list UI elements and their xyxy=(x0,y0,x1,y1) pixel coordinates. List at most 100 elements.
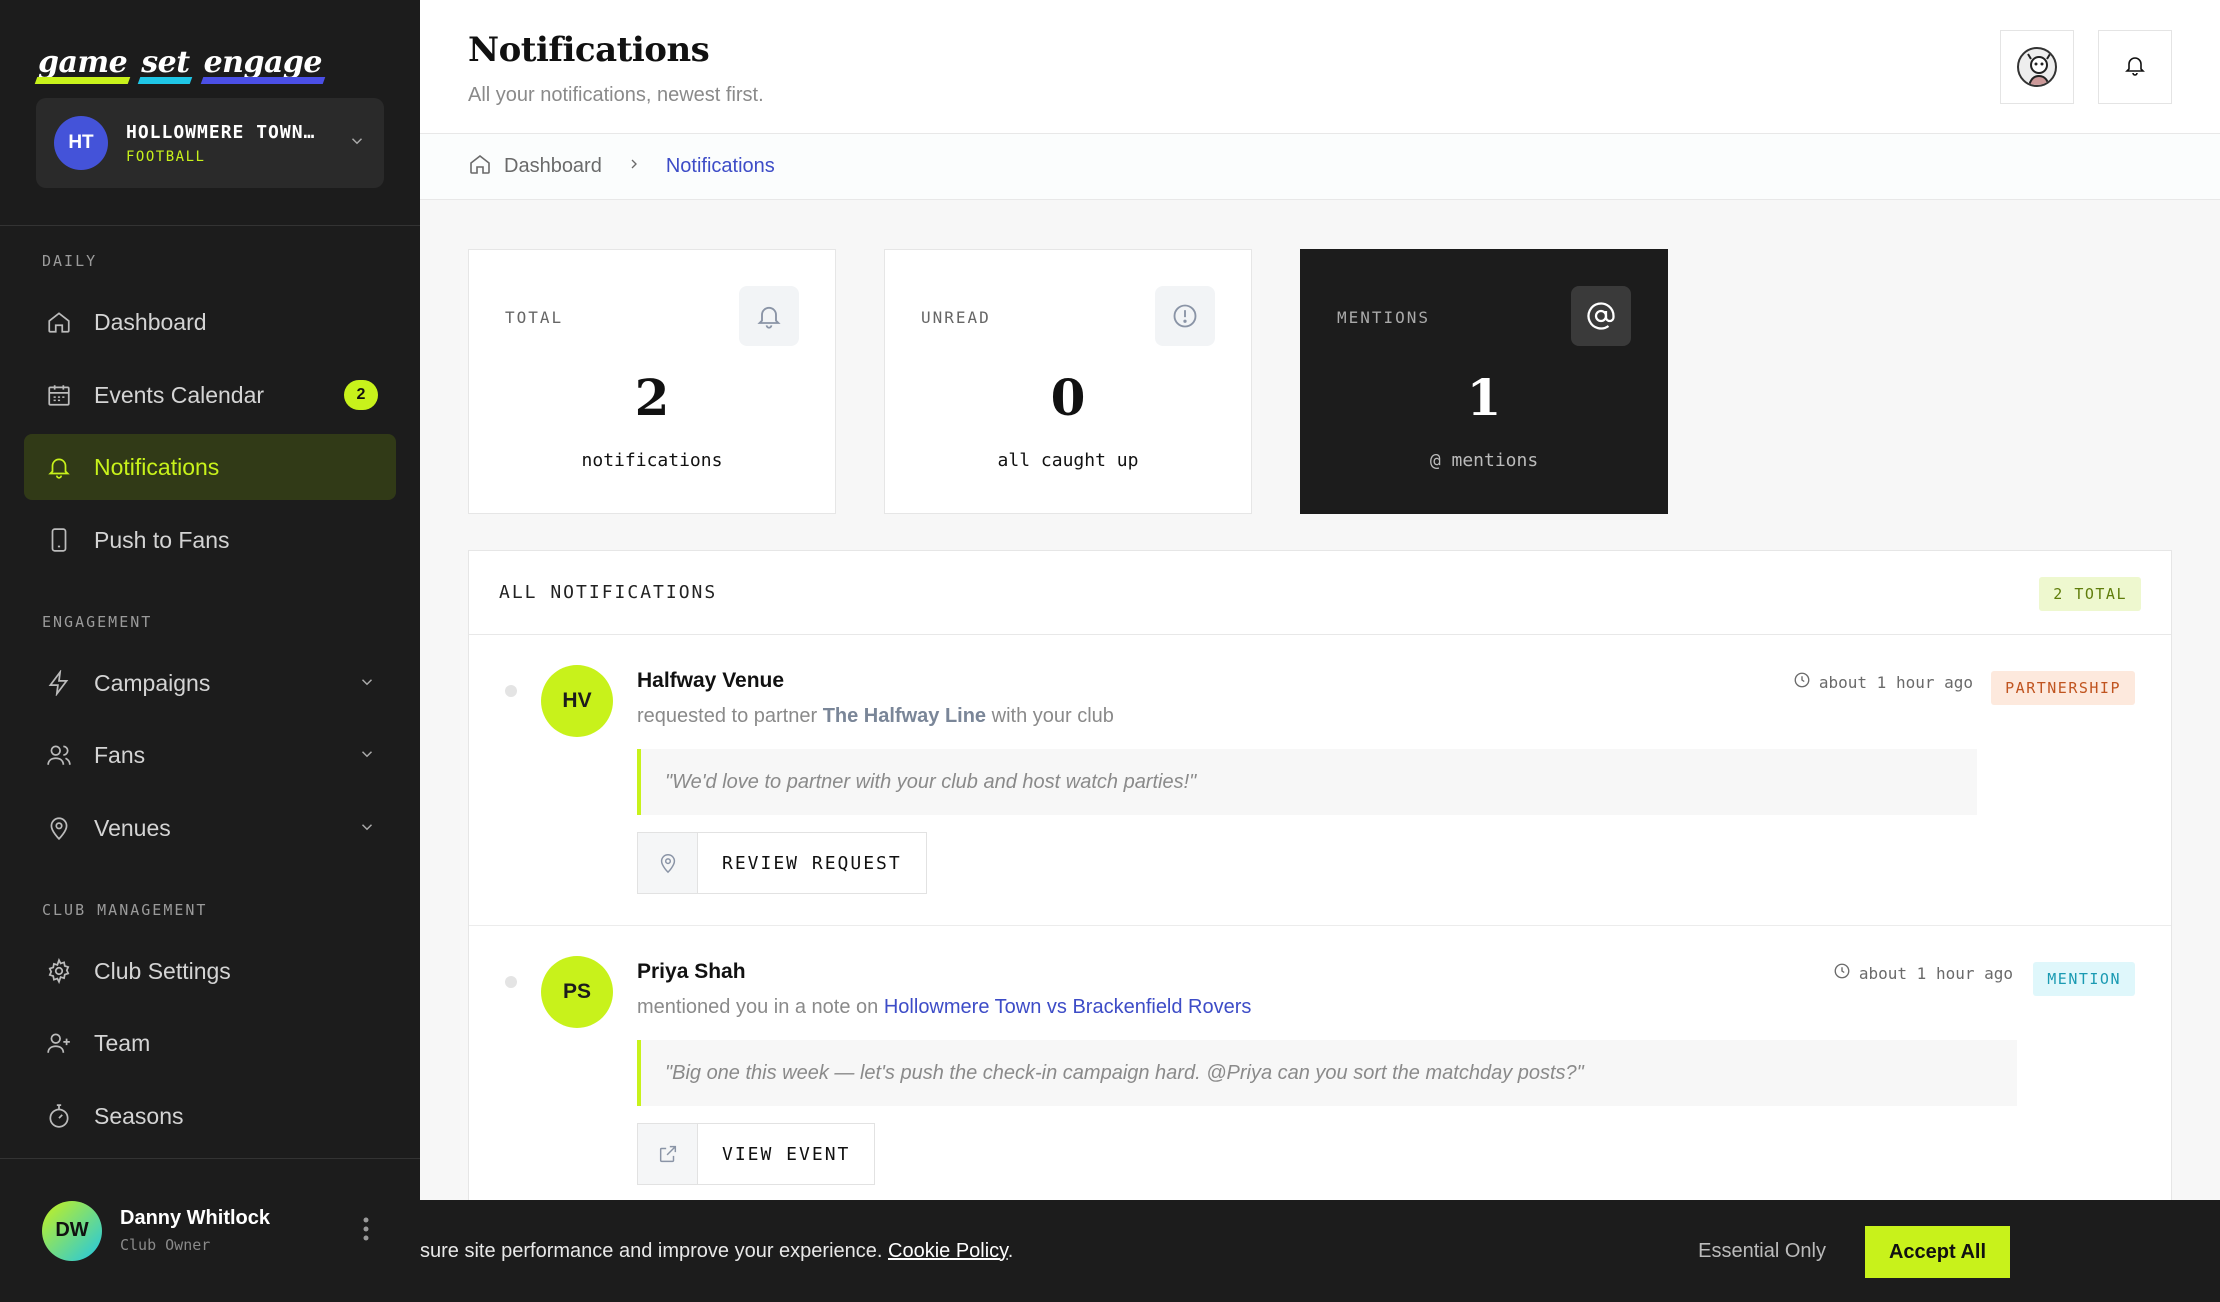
sidebar-item-venues[interactable]: Venues xyxy=(24,795,396,861)
avatar: HV xyxy=(541,665,613,737)
more-vertical-icon[interactable] xyxy=(362,1216,370,1246)
chevron-down-icon xyxy=(358,670,376,697)
time-text: about 1 hour ago xyxy=(1858,963,2013,983)
notification-item[interactable]: HV Halfway Venue requested to partner Th… xyxy=(469,635,2171,926)
sidebar-item-push-to-fans[interactable]: Push to Fans xyxy=(24,507,396,573)
notifications-panel: ALL NOTIFICATIONS 2 TOTAL HV Halfway Ven… xyxy=(468,550,2172,1302)
logo-word-engage: engage xyxy=(202,45,324,84)
users-icon xyxy=(44,740,74,770)
cookie-message: sure site performance and improve your e… xyxy=(420,1240,1013,1263)
sidebar-item-fans[interactable]: Fans xyxy=(24,722,396,788)
stat-value: 1 xyxy=(1466,368,1502,427)
logo-word-game: game xyxy=(36,45,129,84)
clock-icon xyxy=(1793,671,1811,693)
category-tag: MENTION xyxy=(2033,962,2135,996)
action-label: VIEW EVENT xyxy=(722,1143,851,1165)
header-notifications-button[interactable] xyxy=(2098,30,2172,104)
notification-quote: "Big one this week — let's push the chec… xyxy=(637,1040,2017,1106)
message-text: mentioned you in a note on xyxy=(637,996,879,1018)
sidebar-item-events-calendar[interactable]: Events Calendar 2 xyxy=(24,362,396,428)
cookie-policy-link[interactable]: Cookie Policy xyxy=(888,1240,1008,1262)
clock-icon xyxy=(1833,962,1851,984)
lightning-icon xyxy=(44,668,74,698)
sidebar-item-label: Notifications xyxy=(94,453,220,480)
stat-value: 0 xyxy=(1050,368,1086,427)
sidebar: game set engage HT HOLLOWMERE TOWN… FOOT… xyxy=(0,0,420,1302)
notification-message: requested to partner The Halfway Line wi… xyxy=(637,705,1114,728)
notification-sender: Priya Shah xyxy=(637,960,746,983)
stat-caption: notifications xyxy=(581,450,723,471)
chevron-right-icon xyxy=(626,155,642,178)
section-label-daily: DAILY xyxy=(42,252,98,270)
cookie-consent-bar: sure site performance and improve your e… xyxy=(420,1200,2220,1302)
stat-caption: @ mentions xyxy=(1429,450,1539,471)
bell-icon xyxy=(739,286,799,346)
chevron-down-icon xyxy=(358,742,376,769)
user-profile[interactable]: DW Danny Whitlock Club Owner xyxy=(0,1158,420,1302)
sidebar-item-seasons[interactable]: Seasons xyxy=(24,1083,396,1149)
sidebar-item-label: Club Settings xyxy=(94,957,231,984)
sidebar-item-label: Campaigns xyxy=(94,669,211,696)
page-subtitle: All your notifications, newest first. xyxy=(468,84,764,106)
main-content: Notifications All your notifications, ne… xyxy=(420,0,2220,1302)
sidebar-divider xyxy=(0,225,420,226)
bell-icon xyxy=(2123,53,2147,82)
phone-icon xyxy=(44,525,74,555)
sidebar-item-team[interactable]: Team xyxy=(24,1010,396,1076)
stat-card-unread: UNREAD 0 all caught up xyxy=(884,249,1252,514)
stat-label: TOTAL xyxy=(505,308,564,327)
notification-message: mentioned you in a note on Hollowmere To… xyxy=(637,996,1251,1019)
time-text: about 1 hour ago xyxy=(1818,672,1973,692)
sidebar-item-label: Events Calendar xyxy=(94,381,265,408)
club-avatar: HT xyxy=(54,116,108,170)
map-pin-icon xyxy=(638,833,698,893)
section-label-club-management: CLUB MANAGEMENT xyxy=(42,901,208,919)
timer-icon xyxy=(44,1101,74,1131)
header-avatar-button[interactable] xyxy=(2000,30,2074,104)
section-label-engagement: ENGAGEMENT xyxy=(42,613,153,631)
sidebar-item-campaigns[interactable]: Campaigns xyxy=(24,650,396,716)
sidebar-item-label: Push to Fans xyxy=(94,526,230,553)
cookie-period: . xyxy=(1007,1239,1014,1262)
sidebar-item-label: Dashboard xyxy=(94,308,207,335)
stat-caption: all caught up xyxy=(997,450,1139,471)
notification-time: about 1 hour ago xyxy=(1793,671,1973,693)
page-title: Notifications xyxy=(468,30,710,70)
home-icon xyxy=(44,307,74,337)
chevron-down-icon xyxy=(358,815,376,842)
essential-only-button[interactable]: Essential Only xyxy=(1698,1240,1826,1263)
stat-label: UNREAD xyxy=(921,308,991,327)
gear-icon xyxy=(44,956,74,986)
sidebar-item-notifications[interactable]: Notifications xyxy=(24,434,396,500)
event-link[interactable]: Hollowmere Town vs Brackenfield Rovers xyxy=(884,996,1252,1018)
user-plus-icon xyxy=(44,1028,74,1058)
notification-time: about 1 hour ago xyxy=(1833,962,2013,984)
map-pin-icon xyxy=(44,813,74,843)
mascot-avatar-icon xyxy=(2017,47,2057,87)
calendar-icon xyxy=(44,380,74,410)
notification-sender: Halfway Venue xyxy=(637,669,785,692)
sidebar-item-club-settings[interactable]: Club Settings xyxy=(24,938,396,1004)
total-count-badge: 2 TOTAL xyxy=(2039,577,2141,611)
breadcrumb-current: Notifications xyxy=(665,155,775,177)
category-tag: PARTNERSHIP xyxy=(1991,671,2135,705)
accept-all-button[interactable]: Accept All xyxy=(1864,1226,2010,1278)
club-switcher[interactable]: HT HOLLOWMERE TOWN… FOOTBALL xyxy=(36,98,384,188)
events-count-badge: 2 xyxy=(344,380,378,410)
sidebar-item-dashboard[interactable]: Dashboard xyxy=(24,289,396,355)
user-name: Danny Whitlock xyxy=(120,1207,271,1229)
at-sign-icon xyxy=(1571,286,1631,346)
sidebar-item-label: Team xyxy=(94,1029,151,1056)
view-event-button[interactable]: VIEW EVENT xyxy=(637,1123,876,1185)
read-status-dot xyxy=(505,685,517,697)
logo-word-set: set xyxy=(139,45,191,84)
review-request-button[interactable]: REVIEW REQUEST xyxy=(637,832,927,894)
notification-item[interactable]: PS Priya Shah mentioned you in a note on… xyxy=(469,926,2171,1226)
breadcrumb-home[interactable]: Dashboard xyxy=(468,152,602,182)
cookie-text: sure site performance and improve your e… xyxy=(420,1239,883,1262)
notification-quote: "We'd love to partner with your club and… xyxy=(637,749,1977,815)
chevron-down-icon xyxy=(348,132,366,155)
home-icon xyxy=(468,152,492,182)
breadcrumb: Dashboard Notifications xyxy=(420,134,2220,200)
brand-logo[interactable]: game set engage xyxy=(36,40,324,84)
